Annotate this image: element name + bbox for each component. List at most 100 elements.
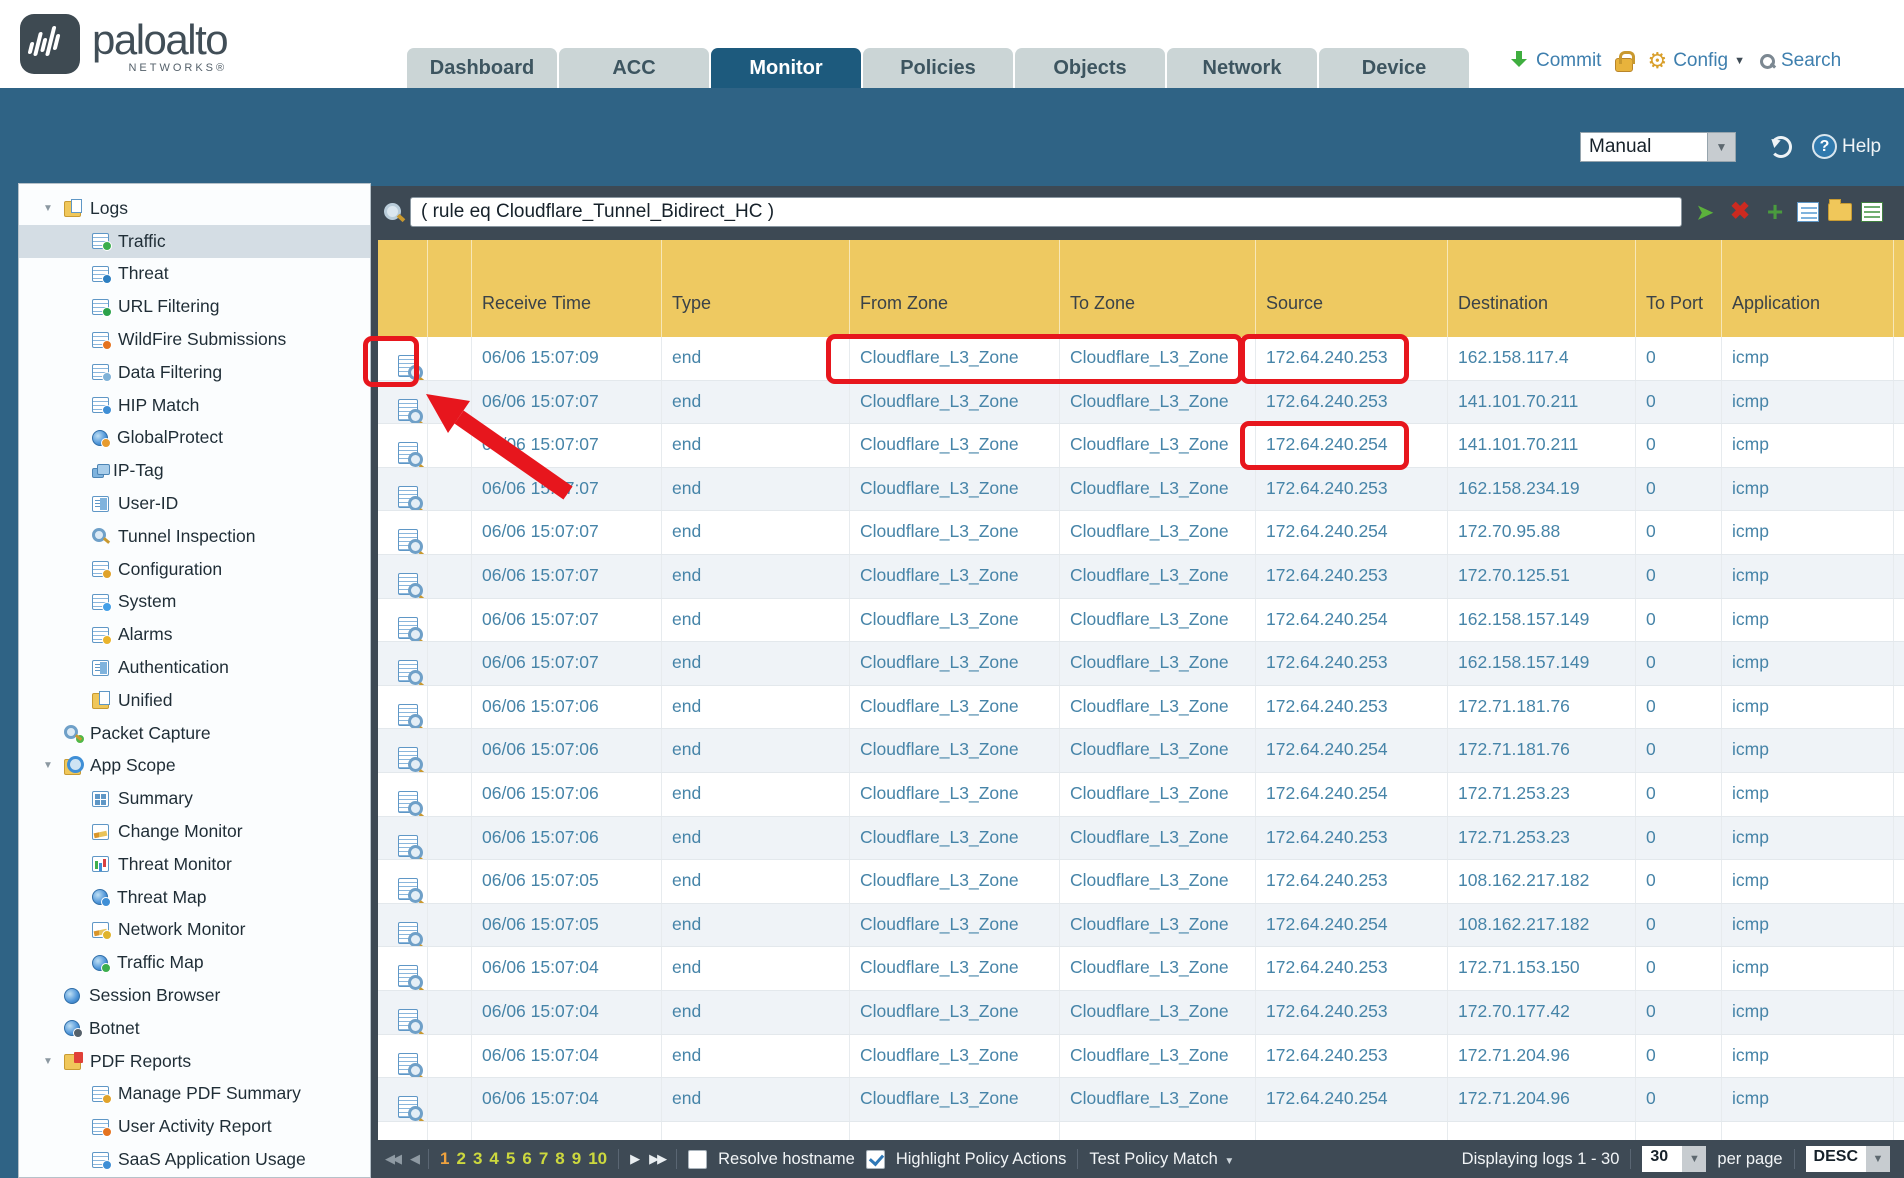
sidebar-item-traffic-map[interactable]: Traffic Map: [19, 946, 370, 979]
cell-from-zone[interactable]: Cloudflare_L3_Zone: [850, 947, 1060, 990]
resolve-hostname-checkbox[interactable]: [688, 1150, 707, 1169]
cell-receive-time[interactable]: 06/06 15:07:07: [472, 555, 662, 598]
cell-from-zone[interactable]: Cloudflare_L3_Zone: [850, 686, 1060, 729]
tab-network[interactable]: Network: [1167, 48, 1317, 88]
tab-device[interactable]: Device: [1319, 48, 1469, 88]
cell-destination[interactable]: 172.71.204.96: [1448, 1035, 1636, 1078]
cell-type[interactable]: end: [662, 904, 850, 947]
tab-monitor[interactable]: Monitor: [711, 48, 861, 88]
cell-source[interactable]: 172.64.240.253: [1256, 991, 1448, 1034]
cell-destination[interactable]: 108.162.217.182: [1448, 904, 1636, 947]
sidebar-item-system[interactable]: System: [19, 586, 370, 619]
refresh-mode-dropdown-button[interactable]: ▼: [1708, 132, 1736, 162]
column-header-receive-time[interactable]: Receive Time: [472, 240, 662, 337]
cell-to-zone[interactable]: Cloudflare_L3_Zone: [1060, 1078, 1256, 1121]
page-number-5[interactable]: 5: [506, 1149, 515, 1169]
tab-objects[interactable]: Objects: [1015, 48, 1165, 88]
cell-to-port[interactable]: 0: [1636, 860, 1722, 903]
cell-destination[interactable]: 162.158.157.149: [1448, 642, 1636, 685]
cell-to-port[interactable]: 0: [1636, 904, 1722, 947]
cell-to-zone[interactable]: Cloudflare_L3_Zone: [1060, 904, 1256, 947]
sidebar-item-change-monitor[interactable]: Change Monitor: [19, 815, 370, 848]
log-detail-icon[interactable]: [398, 878, 418, 900]
tree-expand-icon[interactable]: ▼: [43, 1056, 64, 1067]
cell-destination[interactable]: 172.71.181.76: [1448, 729, 1636, 772]
log-detail-icon[interactable]: [398, 399, 418, 421]
cell-type[interactable]: end: [662, 642, 850, 685]
sidebar-item-tunnel-inspection[interactable]: Tunnel Inspection: [19, 520, 370, 553]
cell-to-zone[interactable]: Cloudflare_L3_Zone: [1060, 468, 1256, 511]
search-button[interactable]: Search: [1759, 50, 1841, 72]
cell-from-zone[interactable]: Cloudflare_L3_Zone: [850, 555, 1060, 598]
cell-source[interactable]: 172.64.240.253: [1256, 947, 1448, 990]
sidebar-item-hip-match[interactable]: HIP Match: [19, 389, 370, 422]
column-header-application[interactable]: Application: [1722, 240, 1894, 337]
sidebar-item-data-filtering[interactable]: Data Filtering: [19, 356, 370, 389]
cell-from-zone[interactable]: Cloudflare_L3_Zone: [850, 729, 1060, 772]
cell-receive-time[interactable]: 06/06 15:07:05: [472, 904, 662, 947]
cell-to-port[interactable]: 0: [1636, 817, 1722, 860]
cell-receive-time[interactable]: 06/06 15:07:07: [472, 599, 662, 642]
cell-to-zone[interactable]: Cloudflare_L3_Zone: [1060, 424, 1256, 467]
cell-destination[interactable]: 172.70.177.42: [1448, 991, 1636, 1034]
cell-destination[interactable]: 172.71.253.23: [1448, 817, 1636, 860]
test-policy-match-button[interactable]: Test Policy Match ▼: [1089, 1150, 1234, 1169]
first-page-icon[interactable]: ◀◀: [385, 1151, 399, 1167]
cell-receive-time[interactable]: 06/06 15:07:04: [472, 947, 662, 990]
cell-receive-time[interactable]: 06/06 15:07:07: [472, 381, 662, 424]
cell-type[interactable]: end: [662, 773, 850, 816]
cell-type[interactable]: end: [662, 991, 850, 1034]
cell-receive-time[interactable]: 06/06 15:07:07: [472, 468, 662, 511]
cell-receive-time[interactable]: 06/06 15:07:07: [472, 642, 662, 685]
refresh-icon[interactable]: [1770, 136, 1792, 158]
log-detail-icon[interactable]: [398, 1009, 418, 1031]
cell-receive-time[interactable]: 06/06 15:07:04: [472, 1078, 662, 1121]
page-number-4[interactable]: 4: [489, 1149, 498, 1169]
cell-application[interactable]: icmp: [1722, 904, 1894, 947]
cell-application[interactable]: icmp: [1722, 1035, 1894, 1078]
log-detail-icon[interactable]: [398, 1053, 418, 1075]
cell-receive-time[interactable]: 06/06 15:07:06: [472, 729, 662, 772]
cell-from-zone[interactable]: Cloudflare_L3_Zone: [850, 381, 1060, 424]
sidebar-item-botnet[interactable]: Botnet: [19, 1012, 370, 1045]
cell-type[interactable]: end: [662, 729, 850, 772]
cell-type[interactable]: end: [662, 511, 850, 554]
column-header-type[interactable]: Type: [662, 240, 850, 337]
sidebar-item-user-activity-report[interactable]: User Activity Report: [19, 1110, 370, 1143]
sidebar-item-packet-capture[interactable]: Packet Capture: [19, 717, 370, 750]
tab-policies[interactable]: Policies: [863, 48, 1013, 88]
cell-source[interactable]: 172.64.240.253: [1256, 817, 1448, 860]
export-logs-icon[interactable]: [1861, 202, 1883, 222]
sidebar-item-saas-application-usage[interactable]: SaaS Application Usage: [19, 1143, 370, 1176]
column-header-destination[interactable]: Destination: [1448, 240, 1636, 337]
cell-receive-time[interactable]: 06/06 15:07:06: [472, 817, 662, 860]
cell-source[interactable]: 172.64.240.254: [1256, 599, 1448, 642]
cell-to-zone[interactable]: Cloudflare_L3_Zone: [1060, 686, 1256, 729]
page-number-7[interactable]: 7: [539, 1149, 548, 1169]
cell-type[interactable]: end: [662, 686, 850, 729]
sidebar-item-threat[interactable]: Threat: [19, 258, 370, 291]
cell-to-zone[interactable]: Cloudflare_L3_Zone: [1060, 773, 1256, 816]
column-header-to-port[interactable]: To Port: [1636, 240, 1722, 337]
sidebar-item-user-id[interactable]: User-ID: [19, 487, 370, 520]
cell-source[interactable]: 172.64.240.254: [1256, 1078, 1448, 1121]
cell-type[interactable]: end: [662, 947, 850, 990]
sidebar-item-logs[interactable]: ▼Logs: [19, 192, 370, 225]
cell-from-zone[interactable]: Cloudflare_L3_Zone: [850, 860, 1060, 903]
cell-application[interactable]: icmp: [1722, 729, 1894, 772]
cell-destination[interactable]: 172.70.125.51: [1448, 555, 1636, 598]
cell-application[interactable]: icmp: [1722, 773, 1894, 816]
help-button[interactable]: ? Help: [1812, 134, 1881, 159]
cell-source[interactable]: 172.64.240.253: [1256, 686, 1448, 729]
config-menu-button[interactable]: ⚙ Config ▼: [1647, 50, 1745, 72]
log-detail-icon[interactable]: [398, 704, 418, 726]
sort-order-select[interactable]: DESC ▼: [1806, 1146, 1890, 1172]
cell-to-zone[interactable]: Cloudflare_L3_Zone: [1060, 381, 1256, 424]
load-filter-folder-icon[interactable]: [1828, 203, 1852, 221]
cell-to-port[interactable]: 0: [1636, 642, 1722, 685]
cell-to-zone[interactable]: Cloudflare_L3_Zone: [1060, 511, 1256, 554]
cell-destination[interactable]: 172.71.181.76: [1448, 686, 1636, 729]
cell-destination[interactable]: 162.158.234.19: [1448, 468, 1636, 511]
save-filter-icon[interactable]: [1797, 202, 1819, 222]
prev-page-icon[interactable]: ◀: [410, 1151, 417, 1167]
